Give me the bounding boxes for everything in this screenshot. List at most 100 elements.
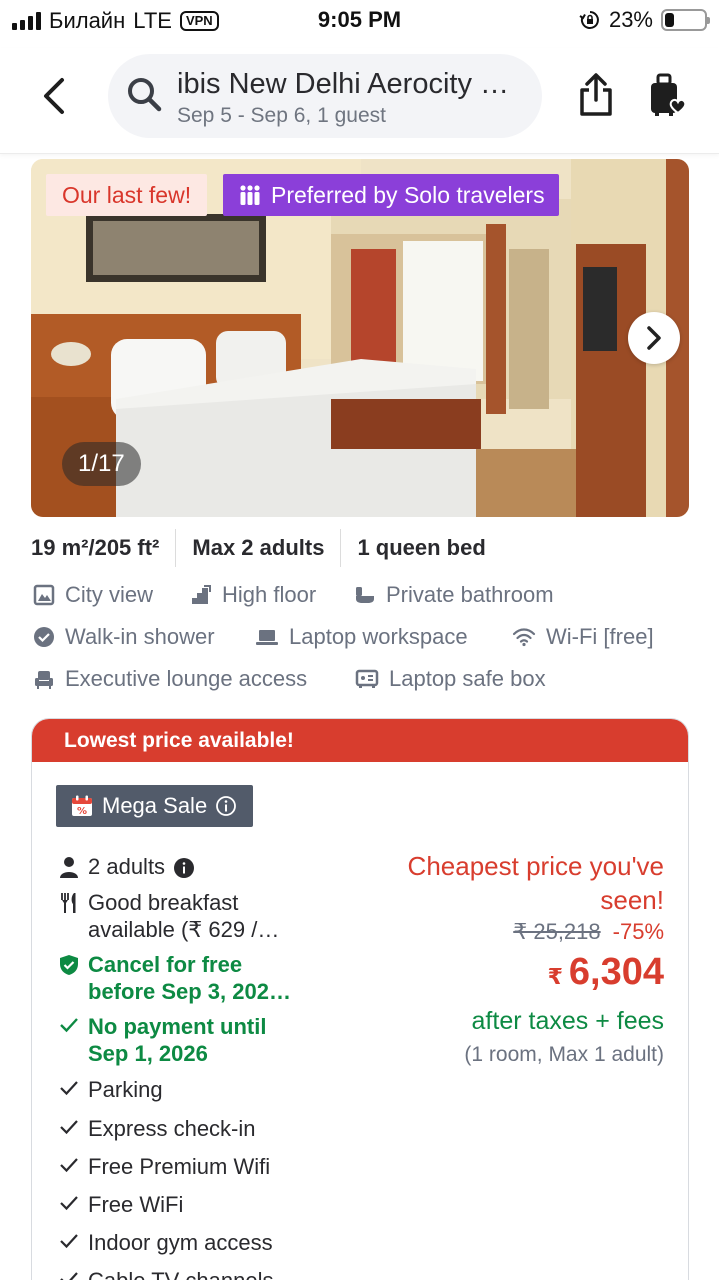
taxes-note: after taxes + fees — [471, 1007, 664, 1035]
battery-icon — [661, 9, 710, 31]
top-bar: ibis New Delhi Aerocity Hotel Sep 5 - Se… — [0, 48, 719, 154]
mega-sale-label: Mega Sale — [102, 793, 208, 818]
amenity-city-view: City view — [33, 582, 153, 608]
feature-breakfast: Good breakfast available (₹ 629 /… — [58, 889, 279, 943]
feature-label: Free WiFi — [88, 1192, 184, 1217]
amenity-label: City view — [65, 582, 154, 607]
people-icon — [240, 185, 260, 205]
amenity-laptop-workspace: Laptop workspace — [255, 624, 468, 650]
payment-line-2: Sep 1, 2026 — [88, 1041, 208, 1066]
amenity-laptop-safe-box: Laptop safe box — [355, 666, 546, 692]
amenity-private-bathroom: Private bathroom — [354, 582, 554, 608]
feature-item: Free Premium Wifi — [58, 1153, 270, 1180]
checkmark-icon — [60, 1018, 78, 1033]
amenity-label: Wi-Fi [free] — [546, 624, 654, 649]
amenity-label: High floor — [222, 582, 317, 607]
checkmark-icon — [60, 1272, 78, 1280]
amenity-label: Private bathroom — [386, 582, 554, 607]
back-arrow-icon[interactable] — [36, 74, 72, 118]
discount-percent: -75% — [612, 919, 664, 944]
safe-box-icon — [355, 669, 379, 688]
high-floor-icon — [192, 585, 211, 604]
feature-item: Indoor gym access — [58, 1229, 273, 1256]
amenity-executive-lounge: Executive lounge access — [33, 666, 307, 692]
max-occupancy: Max 2 adults — [192, 535, 325, 560]
info-icon[interactable] — [215, 795, 237, 817]
amenity-walk-in-shower: Walk-in shower — [33, 624, 215, 650]
feature-item: Express check-in — [58, 1115, 256, 1142]
price-amount: 6,304 — [568, 951, 664, 993]
feature-label: Cable TV channels — [88, 1267, 274, 1280]
feature-item: Cable TV channels — [58, 1267, 274, 1280]
payment-line-1: No payment until — [88, 1014, 267, 1039]
checkmark-icon — [60, 1081, 78, 1096]
feature-free-cancellation: Cancel for free before Sep 3, 202… — [58, 951, 291, 1005]
search-summary[interactable]: ibis New Delhi Aerocity Hotel Sep 5 - Se… — [108, 54, 542, 138]
hotel-name: ibis New Delhi Aerocity Hotel — [177, 68, 529, 100]
city-view-icon — [33, 584, 55, 606]
breakfast-line-2: available (₹ 629 /… — [88, 917, 280, 942]
wifi-icon — [512, 628, 536, 647]
original-price: ₹ 25,218 — [513, 919, 601, 944]
divider — [175, 529, 177, 567]
amenity-label: Laptop safe box — [389, 666, 546, 691]
battery-percent: 23% — [608, 7, 653, 32]
rooms-note: (1 room, Max 1 adult) — [464, 1043, 664, 1066]
feature-no-payment: No payment until Sep 1, 2026 — [58, 1013, 266, 1067]
feature-label: Free Premium Wifi — [88, 1154, 271, 1179]
cancel-line-2: before Sep 3, 202… — [88, 979, 291, 1004]
svg-text:%: % — [77, 806, 87, 817]
amenity-high-floor: High floor — [190, 582, 316, 608]
mega-sale-badge[interactable]: % Mega Sale — [56, 785, 254, 827]
status-right: 23% — [579, 7, 710, 33]
saved-favorites-icon[interactable] — [645, 72, 691, 118]
next-photo-button[interactable] — [628, 312, 680, 364]
checkmark-icon — [60, 1120, 78, 1135]
bathroom-icon — [356, 587, 374, 603]
shield-check-icon — [60, 955, 78, 975]
chevron-right-icon — [647, 326, 661, 350]
checkmark-icon — [60, 1234, 78, 1249]
divider — [340, 529, 342, 567]
lowest-price-banner: Lowest price available! — [32, 719, 688, 762]
cancel-line-1: Cancel for free — [88, 952, 243, 977]
fork-knife-icon — [61, 893, 76, 913]
feature-label: Parking — [88, 1077, 163, 1102]
checkmark-icon — [60, 1196, 78, 1211]
bed-type: 1 queen bed — [357, 535, 486, 560]
room-photo-carousel[interactable]: Our last few! Preferred by Solo traveler… — [31, 159, 689, 517]
calendar-sale-icon: % — [72, 795, 92, 817]
status-bar: Билайн LTE VPN 9:05 PM 23% — [0, 0, 719, 40]
solo-traveler-badge: Preferred by Solo travelers — [223, 174, 559, 216]
search-icon — [128, 78, 162, 112]
price-comparison: ₹ 25,218 -75% — [513, 919, 664, 945]
laptop-icon — [256, 630, 278, 645]
checkmark-icon — [60, 1158, 78, 1173]
adults-count: 2 adults — [88, 854, 166, 879]
feature-label: Express check-in — [88, 1116, 256, 1141]
feature-item: Parking — [58, 1076, 163, 1103]
cheapest-price-note: Cheapest price you've seen! — [407, 851, 664, 915]
room-offer-card[interactable]: Lowest price available! % Mega Sale 2 ad… — [31, 718, 689, 1280]
stay-dates: Sep 5 - Sep 6, 1 guest — [177, 104, 386, 127]
lounge-icon — [35, 671, 53, 689]
amenity-label: Walk-in shower — [65, 624, 215, 649]
feature-label: Indoor gym access — [88, 1230, 273, 1255]
room-size: 19 m²/205 ft² — [31, 535, 160, 560]
orientation-lock-icon — [579, 11, 599, 29]
info-filled-icon[interactable] — [173, 857, 195, 879]
photo-counter: 1/17 — [62, 442, 141, 486]
amenity-label: Laptop workspace — [289, 624, 468, 649]
scarcity-badge: Our last few! — [46, 174, 208, 216]
current-price: ₹6,304 — [548, 951, 664, 994]
breakfast-line-1: Good breakfast — [88, 890, 239, 915]
check-circle-icon — [34, 627, 54, 647]
amenity-label: Executive lounge access — [65, 666, 308, 691]
share-icon[interactable] — [574, 72, 618, 118]
solo-traveler-label: Preferred by Solo travelers — [271, 182, 545, 208]
currency-symbol: ₹ — [547, 964, 563, 989]
person-icon — [60, 857, 78, 878]
room-specs: 19 m²/205 ft² Max 2 adults 1 queen bed — [31, 528, 486, 568]
feature-item: Free WiFi — [58, 1191, 183, 1218]
amenity-wifi: Wi-Fi [free] — [512, 624, 654, 650]
